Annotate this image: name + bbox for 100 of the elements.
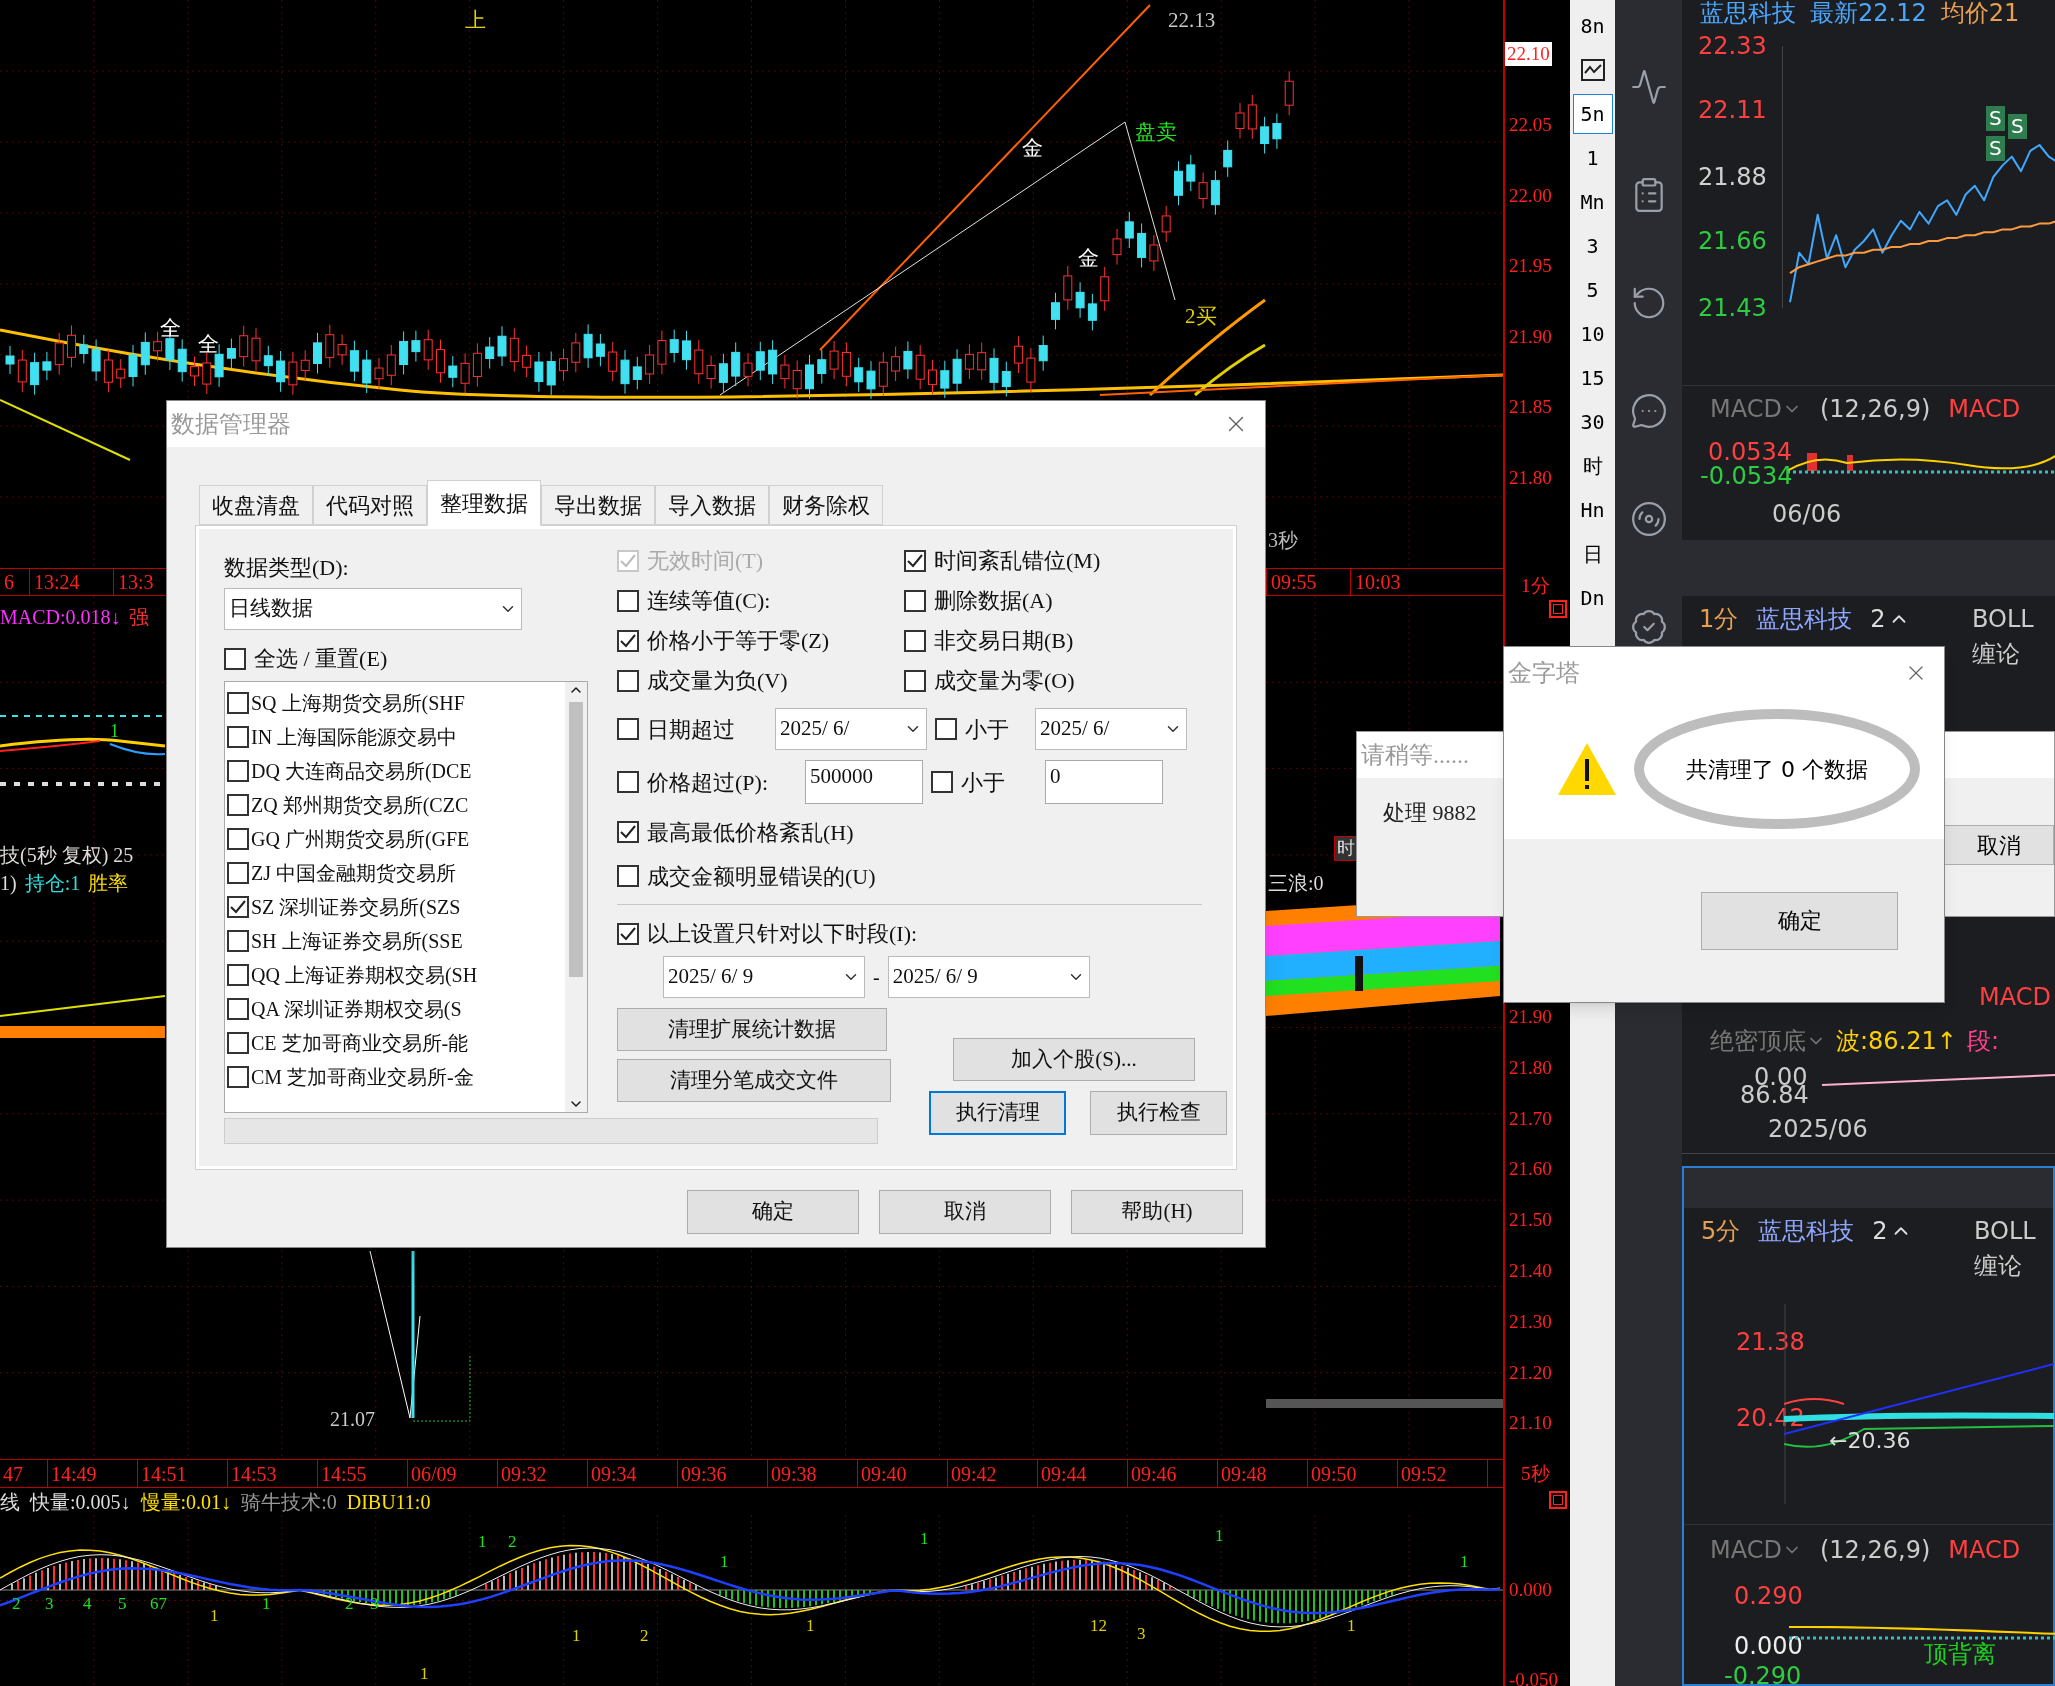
dialog-button[interactable]: 确定 [687,1190,859,1234]
wave-number: 1 [1460,1553,1469,1570]
chart-annotation: 金 [1022,138,1043,159]
checkbox[interactable] [227,930,249,952]
period-button[interactable]: 3 [1572,226,1613,266]
time-label: 09:38 [768,1460,858,1487]
price-input[interactable]: 500000 [805,760,923,804]
date-picker[interactable]: 2025/ 6/ 9 [663,956,865,998]
checkbox[interactable] [617,669,639,692]
date-picker[interactable]: 2025/ 6/ 9 [887,956,1090,998]
tab[interactable]: 代码对照 [313,485,427,525]
period-button[interactable]: 5 [1572,270,1613,310]
list-item[interactable]: DQ 大连商品交易所(DCE [251,756,472,786]
list-item[interactable]: QA 深圳证券期权交易(S [251,994,462,1024]
checkbox[interactable] [227,726,249,748]
chat-icon[interactable] [1629,392,1668,430]
checkbox[interactable] [617,589,639,612]
price-input[interactable]: 0 [1045,760,1163,804]
period-button[interactable]: 10 [1572,314,1613,354]
time-label: 09:44 [1038,1460,1128,1487]
period-button[interactable]: Dn [1572,578,1613,618]
list-item[interactable]: CM 芝加哥商业交易所-金 [251,1062,474,1092]
indicator-value: 波:86.21↑ [1836,1026,1957,1057]
checkbox[interactable] [227,896,249,918]
dialog-button[interactable]: 加入个股(S)... [953,1038,1195,1081]
period-button[interactable]: 30 [1572,402,1613,442]
date-picker[interactable]: 2025/ 6/ [1035,708,1187,750]
list-item[interactable]: SQ 上海期货交易所(SHF [251,688,465,718]
list-item[interactable]: ZQ 郑州期货交易所(CZC [251,790,469,820]
ok-button[interactable]: 确定 [1701,891,1898,950]
period-button[interactable]: Mn [1572,182,1613,222]
period-button[interactable]: 5n [1572,94,1613,134]
dialog-button[interactable]: 执行清理 [929,1091,1066,1135]
dialog-button[interactable]: 执行检查 [1090,1091,1227,1135]
dialog-button[interactable]: 取消 [879,1190,1051,1234]
tab[interactable]: 收盘清盘 [199,485,313,525]
period-button[interactable]: 日 [1572,534,1613,574]
dialog-button[interactable]: 清理分笔成交文件 [617,1059,891,1102]
period-button[interactable]: 时 [1572,446,1613,486]
tab[interactable]: 导出数据 [541,485,655,525]
list-item[interactable]: SH 上海证券交易所(SSE [251,926,463,956]
checkbox[interactable] [617,922,639,945]
checkbox[interactable] [617,865,639,887]
checkbox[interactable] [227,692,249,714]
checkbox[interactable] [617,718,639,740]
maximize-icon[interactable] [1549,600,1567,618]
data-type-dropdown[interactable]: 日线数据 [224,588,522,630]
disc-icon[interactable] [1629,500,1668,538]
chart-annotation: 全 [160,318,181,339]
list-item[interactable]: SZ 深圳证券交易所(SZS [251,892,461,922]
chart-annotation: 2买 [1185,306,1217,327]
checkbox[interactable] [904,669,926,692]
checkbox[interactable] [227,760,249,782]
maximize-icon[interactable] [1549,1491,1567,1509]
indicator-value: 线 [0,1489,20,1515]
checkbox[interactable] [227,828,249,850]
checkbox[interactable] [224,647,246,670]
tab[interactable]: 整理数据 [427,480,541,526]
dialog-button[interactable]: 清理扩展统计数据 [617,1008,887,1051]
list-item[interactable]: GQ 广州期货交易所(GFE [251,824,470,854]
period-button[interactable]: 8n [1572,6,1613,46]
chart-annotation: 全 [198,334,219,355]
time-label: 09:46 [1128,1460,1218,1487]
checkbox[interactable] [617,629,639,652]
period-button[interactable]: Hn [1572,490,1613,530]
wave-number: 1 [210,1607,219,1624]
badge-check-icon[interactable] [1629,608,1668,646]
tab[interactable]: 导入数据 [655,485,769,525]
dialog-button[interactable]: 帮助(H) [1071,1190,1243,1234]
field-label: 数据类型(D): [224,554,350,582]
scrollbar[interactable] [565,682,587,1112]
tab[interactable]: 财务除权 [769,485,883,525]
count-label: 2 [1870,604,1886,635]
checkbox[interactable] [617,821,639,843]
checkbox[interactable] [935,718,957,740]
checkbox[interactable] [617,771,639,793]
period-button[interactable]: 15 [1572,358,1613,398]
list-item[interactable]: CE 芝加哥商业交易所-能 [251,1028,469,1058]
checkbox[interactable] [227,964,249,986]
list-item[interactable]: QQ 上海证券期权交易(SH [251,960,478,990]
list-item[interactable]: IN 上海国际能源交易中 [251,722,458,752]
list-item[interactable]: ZJ 中国金融期货交易所 [251,858,456,888]
time-label: 14:53 [228,1460,318,1487]
checkbox[interactable] [227,862,249,884]
cancel-button[interactable]: 取消 [1944,825,2054,865]
indicator-value: MACD:0.018↓ [0,605,121,630]
period-button[interactable]: 1 [1572,138,1613,178]
date-picker[interactable]: 2025/ 6/ [775,708,927,750]
checkbox[interactable] [904,549,926,572]
checkbox[interactable] [227,794,249,816]
macd-value: 0.290 [1734,1581,1803,1612]
checkbox[interactable] [931,771,953,793]
wave-number: 5 [118,1595,127,1612]
checkbox[interactable] [904,589,926,612]
scrollbar[interactable] [1266,1399,1503,1408]
checkbox[interactable] [227,1066,249,1088]
current-price-tag: 22.10 [1505,42,1552,66]
checkbox[interactable] [904,629,926,652]
checkbox[interactable] [227,998,249,1020]
checkbox[interactable] [227,1032,249,1054]
